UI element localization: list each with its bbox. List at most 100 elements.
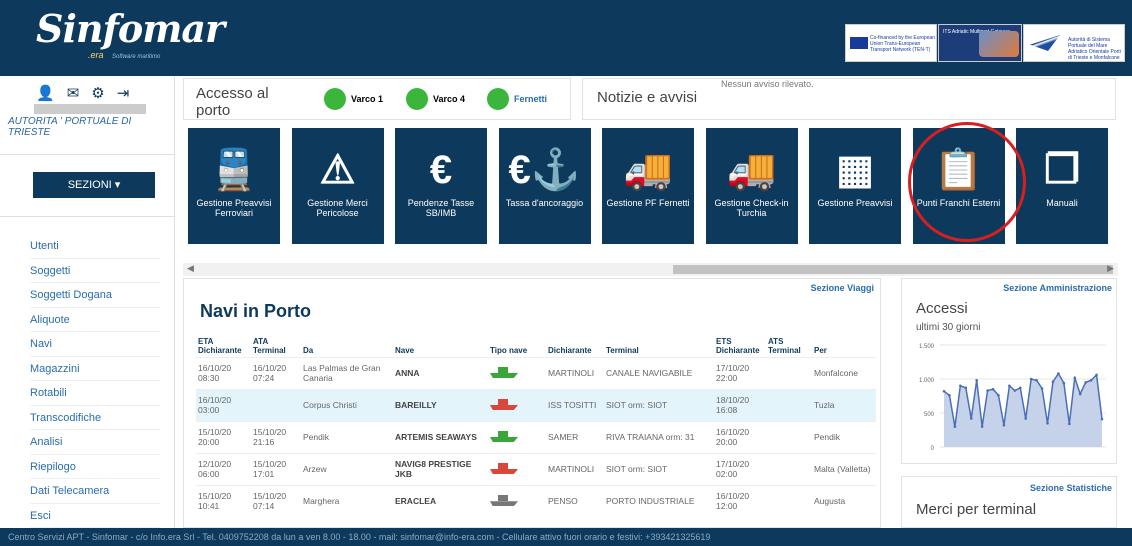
accessi-chart: 1.500 1.000 500 0 <box>919 344 1106 452</box>
panel-title: Notizie e avvisi <box>597 89 698 106</box>
sidebar-item-dati-telecamera[interactable]: Dati Telecamera <box>30 479 160 504</box>
data-point[interactable] <box>986 389 989 392</box>
sidebar-item-utenti[interactable]: Utenti <box>30 234 160 259</box>
col-tipo[interactable]: Tipo nave <box>488 331 546 357</box>
terminal: PORTO INDUSTRIALE <box>606 496 695 507</box>
scroll-right-icon[interactable]: ▶ <box>1107 263 1114 274</box>
data-point[interactable] <box>1046 421 1049 425</box>
sezioni-dropdown[interactable]: SEZIONI ▾ <box>33 172 155 198</box>
data-point[interactable] <box>1018 386 1022 390</box>
data-point[interactable] <box>964 386 968 390</box>
ship-name[interactable]: ANNA <box>395 368 420 378</box>
col-eta[interactable]: ETA Dichiarante <box>196 331 251 357</box>
data-point[interactable] <box>997 394 1000 397</box>
y-tick-label: 1.000 <box>919 378 935 384</box>
table-row[interactable]: 12/10/20 06:00 15/10/20 17:01 Arzew NAVIG8 PR… <box>196 452 876 485</box>
tile-manuali[interactable]: ❐ Manuali <box>1016 128 1108 244</box>
col-ets[interactable]: ETS Dichiarante <box>714 331 766 357</box>
data-point[interactable] <box>1040 387 1044 390</box>
data-point[interactable] <box>1084 381 1087 384</box>
eta-time: 03:00 <box>198 405 220 415</box>
data-point[interactable] <box>1078 392 1082 396</box>
col-da[interactable]: Da <box>301 331 393 357</box>
tile-gestione-preavvisi-ferroviari[interactable]: 🚆 Gestione Preavvisi Ferroviari <box>188 128 280 244</box>
sezione-amministrazione-link[interactable]: Sezione Amministrazione <box>1003 283 1112 293</box>
data-point[interactable] <box>1002 423 1006 427</box>
sezione-viaggi-link[interactable]: Sezione Viaggi <box>811 283 874 293</box>
data-point[interactable] <box>1062 381 1066 385</box>
table-row[interactable]: 16/10/20 03:00 Corpus Christi BAREILLY ISS T… <box>196 388 876 421</box>
data-point[interactable] <box>942 389 946 393</box>
data-point[interactable] <box>980 425 984 428</box>
data-point[interactable] <box>1100 417 1104 421</box>
mail-icon[interactable]: ✉ <box>67 84 80 102</box>
table-cell: 17/10/20 22:00 <box>714 356 766 389</box>
col-ata[interactable]: ATA Terminal <box>251 331 301 357</box>
table-cell: 16/10/20 08:30 <box>196 356 251 389</box>
data-point[interactable] <box>959 384 962 388</box>
data-point[interactable] <box>1089 379 1093 382</box>
logout-icon[interactable]: ⇥ <box>117 84 130 102</box>
sezione-statistiche-link[interactable]: Sezione Statistiche <box>1030 483 1112 493</box>
col-dichiarante[interactable]: Dichiarante <box>546 331 604 357</box>
ship-type-icon <box>490 366 518 378</box>
horizontal-scrollbar[interactable]: ◀ ▶ <box>183 263 1118 276</box>
tile-gestione-merci-pericolose[interactable]: ⚠ Gestione Merci Pericolose <box>291 128 384 244</box>
scroll-left-icon[interactable]: ◀ <box>187 263 194 274</box>
sidebar-item-soggetti[interactable]: Soggetti <box>30 259 160 283</box>
data-point[interactable] <box>948 394 951 397</box>
sidebar-item-magazzini[interactable]: Magazzini <box>30 357 160 381</box>
data-point[interactable] <box>1051 380 1055 384</box>
data-point[interactable] <box>1008 384 1011 388</box>
col-nave[interactable]: Nave <box>393 331 488 357</box>
col-terminal[interactable]: Terminal <box>604 331 714 357</box>
tile-tassa-d-ancoraggio[interactable]: €⚓ Tassa d'ancoraggio <box>498 128 591 244</box>
data-point[interactable] <box>1013 389 1017 392</box>
data-point[interactable] <box>1024 417 1028 420</box>
data-point[interactable] <box>1057 372 1060 375</box>
sidebar-item-riepilogo[interactable]: Riepilogo <box>30 455 160 479</box>
tile-pendenze-tasse-sb-imb[interactable]: € Pendenze Tasse SB/IMB <box>395 128 487 244</box>
table-cell: 15/10/20 20:00 <box>196 420 251 453</box>
data-point[interactable] <box>953 425 957 428</box>
ship-name[interactable]: NAVIG8 PRESTIGE JKB <box>395 459 471 479</box>
data-point[interactable] <box>1035 379 1038 382</box>
gear-icon[interactable]: ⚙ <box>91 84 104 102</box>
logo-tagline: Software maritimo <box>112 54 161 60</box>
sidebar-item-aliquote[interactable]: Aliquote <box>30 308 160 332</box>
table-row[interactable]: 16/10/20 08:30 16/10/20 07:24 Las Palmas de … <box>196 356 876 389</box>
sidebar-item-esci[interactable]: Esci <box>30 504 160 528</box>
tile-gestione-preavvisi[interactable]: ▦ Gestione Preavvisi <box>809 128 901 244</box>
sidebar-item-navi[interactable]: Navi <box>30 332 160 357</box>
data-point[interactable] <box>1029 377 1033 381</box>
data-point[interactable] <box>991 387 995 391</box>
col-ats[interactable]: ATS Terminal <box>766 331 812 357</box>
table-cell: ERACLEA <box>393 484 488 517</box>
data-point[interactable] <box>975 379 978 382</box>
data-point[interactable] <box>1068 422 1071 426</box>
ship-type-icon <box>490 462 518 474</box>
varco-4-status[interactable]: Varco 4 <box>406 88 465 110</box>
tile-gestione-pf-fernetti[interactable]: 🚚 Gestione PF Fernetti <box>602 128 694 244</box>
sinfomar-logo[interactable]: Sinfomar <box>36 6 225 51</box>
ship-name[interactable]: ARTEMIS SEAWAYS <box>395 432 477 442</box>
ship-name[interactable]: BAREILLY <box>395 400 437 410</box>
scrollbar-thumb[interactable] <box>673 265 1113 274</box>
sidebar-item-rotabili[interactable]: Rotabili <box>30 381 160 406</box>
tile-gestione-check-in-turchia[interactable]: 🚚 Gestione Check-in Turchia <box>705 128 798 244</box>
data-point[interactable] <box>1073 376 1077 379</box>
sidebar-item-transcodifiche[interactable]: Transcodifiche <box>30 406 160 430</box>
data-point[interactable] <box>1095 373 1098 377</box>
ship-name[interactable]: ERACLEA <box>395 496 436 506</box>
sidebar-item-analisi[interactable]: Analisi <box>30 430 160 455</box>
col-per[interactable]: Per <box>812 331 876 357</box>
data-point[interactable] <box>969 417 973 420</box>
table-row[interactable]: 15/10/20 20:00 15/10/20 21:16 Pendik ARTEMIS … <box>196 420 876 453</box>
sidebar-item-soggetti-dogana[interactable]: Soggetti Dogana <box>30 283 160 308</box>
fernetti-status[interactable]: Fernetti <box>487 88 547 110</box>
table-cell: PENSO <box>546 484 604 517</box>
table-row[interactable]: 15/10/20 10:41 15/10/20 07:14 Marghera ERACLE… <box>196 484 876 517</box>
panel-title: Merci per terminal <box>916 501 1037 518</box>
varco-1-status[interactable]: Varco 1 <box>324 88 383 110</box>
user-icon[interactable]: 👤 <box>36 84 55 102</box>
